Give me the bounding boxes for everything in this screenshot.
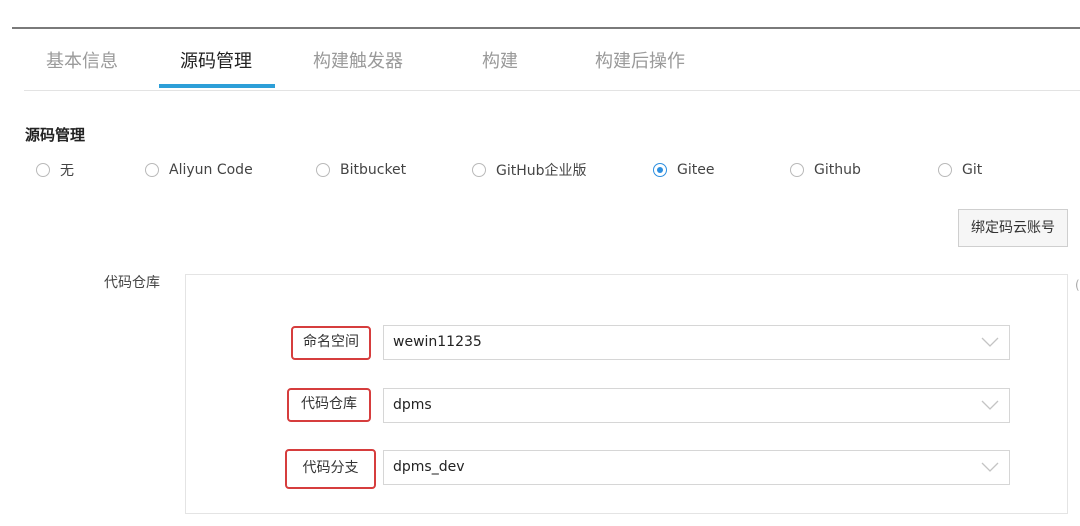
tab-source-control[interactable]: 源码管理 bbox=[180, 40, 252, 87]
tab-post-build[interactable]: 构建后操作 bbox=[595, 40, 685, 87]
tab-build-triggers[interactable]: 构建触发器 bbox=[313, 40, 403, 87]
help-icon[interactable]: ( bbox=[1075, 278, 1080, 292]
radio-label: Github bbox=[814, 162, 861, 178]
select-value: dpms_dev bbox=[393, 459, 465, 475]
radio-github-enterprise[interactable]: GitHub企业版 bbox=[472, 159, 587, 181]
section-title: 源码管理 bbox=[25, 126, 86, 144]
radio-label: GitHub企业版 bbox=[496, 163, 587, 179]
radio-circle-icon bbox=[938, 163, 952, 177]
radio-circle-icon bbox=[145, 163, 159, 177]
radio-label: Aliyun Code bbox=[169, 162, 253, 178]
radio-none[interactable]: 无 bbox=[36, 159, 74, 181]
repository-label: 代码仓库 bbox=[104, 275, 160, 291]
page: 基本信息 源码管理 构建触发器 构建 构建后操作 源码管理 无 Aliyun C… bbox=[0, 0, 1080, 526]
bind-gitee-account-button[interactable]: 绑定码云账号 bbox=[958, 209, 1068, 247]
radio-aliyun-code[interactable]: Aliyun Code bbox=[145, 159, 253, 181]
repository-field-label: 代码仓库 bbox=[287, 388, 371, 422]
radio-circle-icon bbox=[790, 163, 804, 177]
radio-bitbucket[interactable]: Bitbucket bbox=[316, 159, 406, 181]
chevron-down-icon bbox=[981, 400, 999, 410]
radio-gitee[interactable]: Gitee bbox=[653, 159, 714, 181]
select-value: dpms bbox=[393, 397, 432, 413]
chevron-down-icon bbox=[981, 462, 999, 472]
radio-circle-icon bbox=[36, 163, 50, 177]
radio-github[interactable]: Github bbox=[790, 159, 861, 181]
branch-label: 代码分支 bbox=[285, 449, 376, 489]
radio-label: 无 bbox=[60, 163, 74, 179]
radio-checked-icon bbox=[653, 163, 667, 177]
namespace-select[interactable]: wewin11235 bbox=[383, 325, 1010, 360]
radio-circle-icon bbox=[472, 163, 486, 177]
chevron-down-icon bbox=[981, 337, 999, 347]
select-value: wewin11235 bbox=[393, 334, 482, 350]
radio-git[interactable]: Git bbox=[938, 159, 982, 181]
radio-circle-icon bbox=[316, 163, 330, 177]
top-divider bbox=[12, 27, 1080, 29]
repository-select[interactable]: dpms bbox=[383, 388, 1010, 423]
radio-label: Git bbox=[962, 162, 983, 178]
branch-select[interactable]: dpms_dev bbox=[383, 450, 1010, 485]
tab-basic-info[interactable]: 基本信息 bbox=[46, 40, 118, 87]
namespace-label: 命名空间 bbox=[291, 326, 371, 360]
radio-label: Gitee bbox=[677, 162, 715, 178]
radio-label: Bitbucket bbox=[340, 162, 407, 178]
tab-bar: 基本信息 源码管理 构建触发器 构建 构建后操作 bbox=[24, 40, 1080, 91]
tab-build[interactable]: 构建 bbox=[482, 40, 518, 87]
active-tab-indicator bbox=[159, 84, 275, 88]
